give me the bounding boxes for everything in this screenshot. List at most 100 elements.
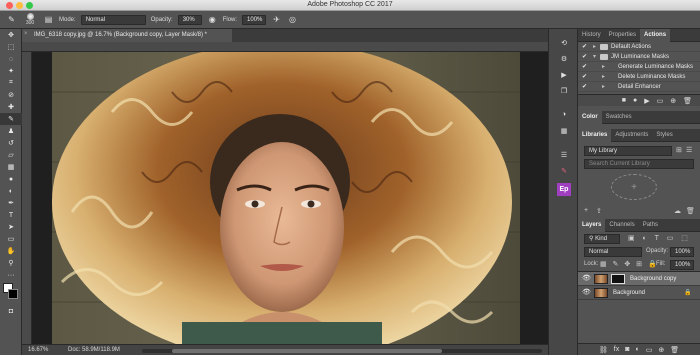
history-brush-tool-icon[interactable]: ↺ xyxy=(0,137,22,149)
canvas-area[interactable] xyxy=(22,42,548,344)
lock-icons[interactable]: ▦ ✎ ✥ ⊞ 🔒 xyxy=(600,260,659,268)
pressure-size-icon[interactable]: ◎ xyxy=(287,14,298,25)
document-tab[interactable]: × IMG_6318 copy.jpg @ 16.7% (Background … xyxy=(22,29,232,42)
marquee-tool-icon[interactable]: ⬚ xyxy=(0,41,22,53)
tab-history[interactable]: History xyxy=(578,29,605,42)
action-set-row[interactable]: ✔ ▸ Default Actions xyxy=(578,42,700,52)
new-action-icon[interactable]: ⊕ xyxy=(670,97,676,105)
add-library-icon[interactable]: + xyxy=(584,207,588,214)
stop-recording-icon[interactable]: ■ xyxy=(622,97,626,104)
layer-mask-thumbnail[interactable] xyxy=(611,274,625,284)
brush-tool-icon[interactable]: ✎ xyxy=(6,14,17,25)
add-content-icon[interactable]: + xyxy=(611,174,657,200)
delete-layer-icon[interactable]: 🗑 xyxy=(670,346,679,354)
tab-adjustments[interactable]: Adjustments xyxy=(611,129,652,142)
libraries-panel-icon[interactable]: ☰ xyxy=(558,149,570,160)
brush-panel-toggle-icon[interactable]: ▤ xyxy=(43,14,54,25)
library-delete-icon[interactable]: 🗑 xyxy=(686,207,695,215)
action-row[interactable]: ✔ ▸ Delete Luminance Masks xyxy=(578,72,700,82)
new-set-icon[interactable]: ▭ xyxy=(657,97,664,105)
history-panel-icon[interactable]: ⟲ xyxy=(558,37,570,48)
layer-name[interactable]: Background xyxy=(613,286,645,300)
expand-arrow-icon[interactable]: ▸ xyxy=(602,72,605,82)
layer-style-icon[interactable]: fx xyxy=(614,346,619,353)
action-toggle-checkmark[interactable]: ✔ xyxy=(582,82,587,92)
blur-tool-icon[interactable]: ● xyxy=(0,173,22,185)
extension-panel-icon[interactable]: Ep xyxy=(557,183,571,196)
upload-icon[interactable]: ⇪ xyxy=(596,207,602,215)
brush-preset-picker[interactable]: 300 xyxy=(22,13,38,26)
action-toggle-checkmark[interactable]: ✔ xyxy=(582,62,587,72)
layer-opacity-field[interactable]: 100% xyxy=(670,247,694,257)
action-set-row[interactable]: ✔ ▾ JM Luminance Masks xyxy=(578,52,700,62)
eraser-tool-icon[interactable]: ▱ xyxy=(0,149,22,161)
action-toggle-checkmark[interactable]: ✔ xyxy=(582,72,587,82)
library-select[interactable]: My Library xyxy=(584,146,672,156)
tab-actions[interactable]: Actions xyxy=(640,29,671,42)
tab-properties[interactable]: Properties xyxy=(605,29,640,42)
zoom-level[interactable]: 16.67% xyxy=(28,347,48,353)
cloud-sync-icon[interactable]: ☁ xyxy=(674,207,681,215)
expand-arrow-icon[interactable]: ▸ xyxy=(593,42,596,52)
hand-tool-icon[interactable]: ✋ xyxy=(0,245,22,257)
layer-name[interactable]: Background copy xyxy=(630,272,676,286)
visibility-eye-icon[interactable]: 👁 xyxy=(582,286,591,300)
shape-tool-icon[interactable]: ▭ xyxy=(0,233,22,245)
record-icon[interactable]: ● xyxy=(633,97,637,104)
action-row[interactable]: ✔ ▸ Generate Luminance Masks xyxy=(578,62,700,72)
add-mask-icon[interactable]: ◙ xyxy=(625,346,629,353)
expand-arrow-icon[interactable]: ▸ xyxy=(602,62,605,72)
portrait-photo[interactable] xyxy=(52,52,520,344)
layer-filter-select[interactable]: ⚲ Kind xyxy=(584,234,620,244)
tab-channels[interactable]: Channels xyxy=(605,219,638,232)
action-toggle-checkmark[interactable]: ✔ xyxy=(582,52,587,62)
visibility-eye-icon[interactable]: 👁 xyxy=(582,272,591,286)
actions-panel-icon[interactable]: ▶ xyxy=(558,69,570,80)
link-layers-icon[interactable]: ⛓ xyxy=(599,346,608,354)
color-panel-icon[interactable]: ◑ xyxy=(558,109,570,120)
crop-tool-icon[interactable]: ⌗ xyxy=(0,77,22,89)
document-size-info[interactable]: Doc: 58.9M/118.9M xyxy=(68,347,120,353)
blend-mode-select[interactable]: Normal xyxy=(584,247,642,257)
layer-filter-icons[interactable]: ▣ ◐ T ▭ ⬚ xyxy=(628,234,691,242)
quick-mask-icon[interactable]: ◘ xyxy=(0,305,22,317)
dodge-tool-icon[interactable]: ◐ xyxy=(0,185,22,197)
vertical-ruler[interactable] xyxy=(22,52,32,344)
expand-arrow-icon[interactable]: ▾ xyxy=(593,52,596,62)
clone-stamp-tool-icon[interactable]: ♟ xyxy=(0,125,22,137)
plugin-panel-icon[interactable]: ✎ xyxy=(558,165,570,176)
healing-brush-tool-icon[interactable]: ✚ xyxy=(0,101,22,113)
new-layer-icon[interactable]: ⊕ xyxy=(658,346,664,354)
flow-field[interactable]: 100% xyxy=(242,14,267,25)
scrollbar-thumb[interactable] xyxy=(172,349,442,353)
swatches-panel-icon[interactable]: ▦ xyxy=(558,125,570,136)
horizontal-ruler[interactable] xyxy=(22,42,548,52)
play-icon[interactable]: ▶ xyxy=(644,97,649,105)
more-tools-icon[interactable]: ··· xyxy=(0,269,22,281)
tab-libraries[interactable]: Libraries xyxy=(578,129,612,142)
color-swatches[interactable] xyxy=(0,281,21,305)
move-tool-icon[interactable]: ✥ xyxy=(0,29,22,41)
layer-row[interactable]: 👁 Background 🔒 xyxy=(578,286,700,300)
eyedropper-tool-icon[interactable]: ⊘ xyxy=(0,89,22,101)
airbrush-icon[interactable]: ✈ xyxy=(271,14,282,25)
background-color-swatch[interactable] xyxy=(8,289,18,299)
layer-row[interactable]: 👁 Background copy xyxy=(578,272,700,286)
action-toggle-checkmark[interactable]: ✔ xyxy=(582,42,587,52)
layer-comps-icon[interactable]: ❐ xyxy=(558,85,570,96)
brush-tool-selected-icon[interactable]: ✎ xyxy=(0,113,22,125)
opacity-field[interactable]: 30% xyxy=(177,14,202,25)
gradient-tool-icon[interactable]: ▦ xyxy=(0,161,22,173)
action-row[interactable]: ✔ ▸ Detail Enhancer xyxy=(578,82,700,92)
zoom-tool-icon[interactable]: ⚲ xyxy=(0,257,22,269)
tab-color[interactable]: Color xyxy=(578,111,602,124)
close-tab-icon[interactable]: × xyxy=(24,31,28,37)
type-tool-icon[interactable]: T xyxy=(0,209,22,221)
path-select-tool-icon[interactable]: ➤ xyxy=(0,221,22,233)
library-search-field[interactable]: Search Current Library xyxy=(584,159,694,169)
mode-select[interactable]: Normal xyxy=(80,14,146,25)
tab-layers[interactable]: Layers xyxy=(578,219,606,232)
new-group-icon[interactable]: ▭ xyxy=(646,346,653,354)
grid-view-icon[interactable]: ⊞ xyxy=(676,146,682,154)
tab-swatches[interactable]: Swatches xyxy=(602,111,636,124)
